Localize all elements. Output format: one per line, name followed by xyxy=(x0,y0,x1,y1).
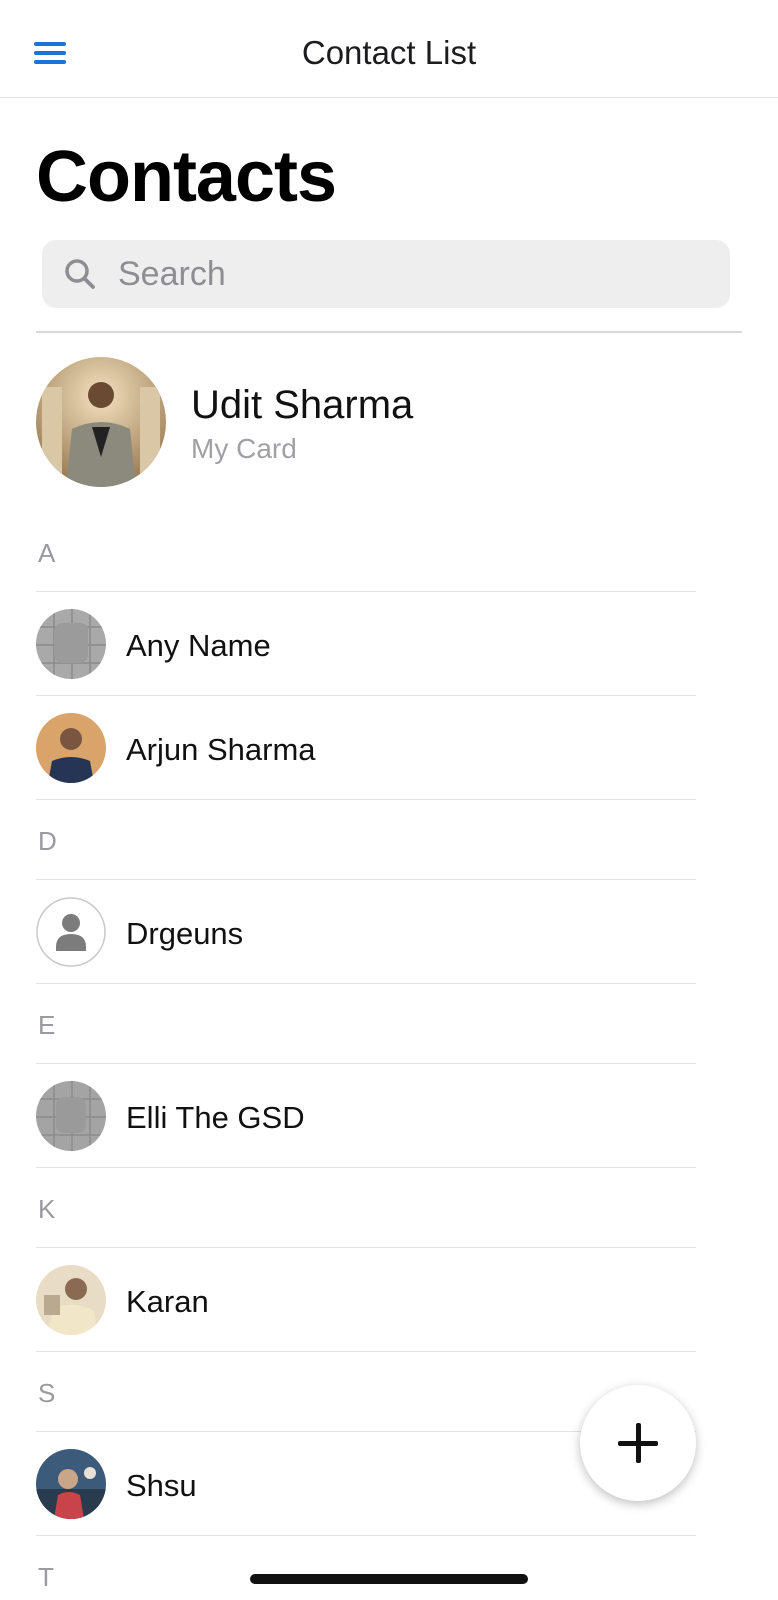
section-header-e: E xyxy=(36,984,696,1064)
contact-row[interactable]: Karan xyxy=(36,1248,696,1352)
contact-row[interactable]: Drgeuns xyxy=(36,880,696,984)
my-card-subtitle: My Card xyxy=(191,433,297,464)
avatar xyxy=(36,897,106,967)
contact-name: Karan xyxy=(126,1284,209,1319)
search-bar[interactable] xyxy=(42,240,730,308)
section-header-t: T xyxy=(38,1562,54,1592)
home-indicator xyxy=(250,1574,528,1584)
contact-name: Drgeuns xyxy=(126,916,244,951)
section-header-d: D xyxy=(36,800,696,880)
my-card-name: Udit Sharma xyxy=(191,383,414,427)
contact-name: Shsu xyxy=(126,1468,197,1503)
avatar xyxy=(36,713,106,783)
contact-row[interactable]: Any Name xyxy=(36,592,696,696)
top-navbar: Contact List xyxy=(0,0,778,98)
avatar xyxy=(36,609,106,679)
search-input[interactable] xyxy=(118,250,698,298)
plus-icon-stroke xyxy=(636,1423,641,1463)
contact-name: Any Name xyxy=(126,628,271,663)
avatar xyxy=(36,1265,106,1335)
person-icon xyxy=(62,914,80,932)
page-title: Contacts xyxy=(36,137,337,217)
contact-name: Arjun Sharma xyxy=(126,732,316,767)
contact-row[interactable]: Elli The GSD xyxy=(36,1064,696,1168)
my-card[interactable]: Udit Sharma My Card xyxy=(36,357,716,487)
avatar xyxy=(36,1081,106,1151)
divider xyxy=(36,331,742,333)
avatar xyxy=(36,357,166,487)
avatar xyxy=(36,1449,106,1519)
section-header-a: A xyxy=(36,512,696,592)
add-contact-button[interactable] xyxy=(580,1385,696,1501)
contact-row[interactable]: Arjun Sharma xyxy=(36,696,696,800)
contact-name: Elli The GSD xyxy=(126,1100,305,1135)
search-icon xyxy=(65,259,95,289)
nav-title: Contact List xyxy=(301,34,477,71)
section-header-k: K xyxy=(36,1168,696,1248)
